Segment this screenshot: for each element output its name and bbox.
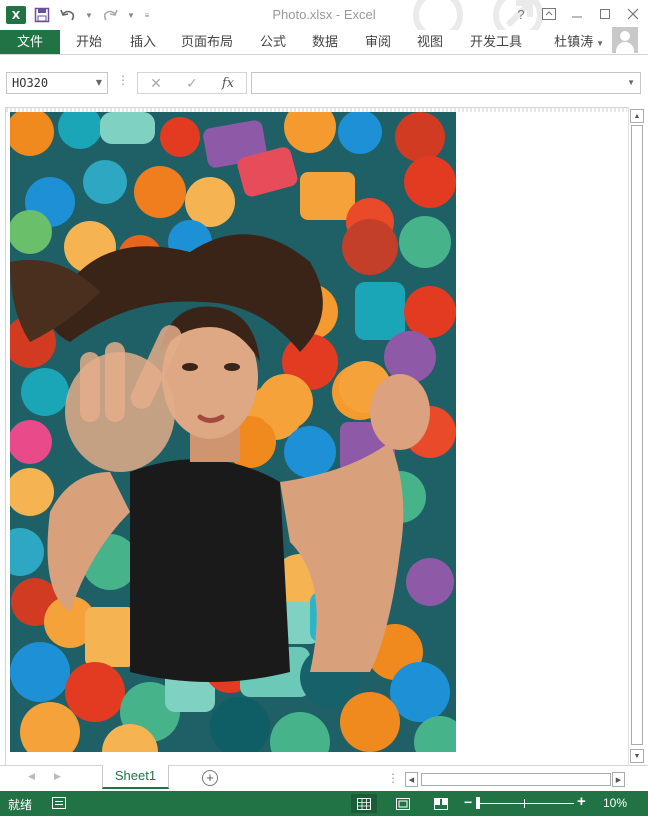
insert-function-icon[interactable]: fx xyxy=(210,76,246,91)
tab-developer[interactable]: 开发工具 xyxy=(465,30,527,54)
tab-insert[interactable]: 插入 xyxy=(124,30,162,54)
formula-input[interactable]: ▼ xyxy=(251,72,641,94)
title-bar: X ▼ ▼ ≡ Photo.xlsx - Excel ? xyxy=(0,0,648,40)
page-layout-view-icon[interactable] xyxy=(390,794,416,813)
avatar[interactable] xyxy=(612,27,638,53)
vertical-scroll-thumb[interactable] xyxy=(631,125,643,745)
normal-view-icon[interactable] xyxy=(351,794,377,813)
scroll-right-icon[interactable]: ▶ xyxy=(612,772,625,787)
ribbon-tab-bar: 文件 开始 插入 页面布局 公式 数据 审阅 视图 开发工具 杜镇涛 ▼ xyxy=(0,30,648,55)
zoom-in-icon[interactable]: + xyxy=(577,793,586,810)
photo-ball-pit-woman xyxy=(10,112,456,752)
name-box-value: HO320 xyxy=(12,76,49,90)
zoom-level[interactable]: 10% xyxy=(603,796,627,810)
zoom-out-icon[interactable]: − xyxy=(464,794,472,810)
sheet-tab-sheet1[interactable]: Sheet1 xyxy=(102,765,169,789)
expand-formula-icon[interactable]: ▼ xyxy=(627,78,635,87)
sheet-tab-bar: ◀ ▶ Sheet1 + ⋮ ◀ ▶ xyxy=(0,765,648,791)
scroll-up-icon[interactable]: ▲ xyxy=(630,109,644,123)
window-controls: ? xyxy=(510,4,644,24)
formula-bar: HO320 ▼ ⋮ ✕ ✓ fx ▼ xyxy=(0,55,648,107)
status-text: 就绪 xyxy=(8,798,33,812)
avatar-head-shape xyxy=(620,31,630,41)
scroll-tabs-left-icon[interactable]: ◀ xyxy=(28,771,35,782)
scroll-down-icon[interactable]: ▼ xyxy=(630,749,644,763)
resize-handle-icon[interactable]: ⋮ xyxy=(117,73,129,87)
tab-split-handle-icon[interactable]: ⋮ xyxy=(387,771,399,785)
formula-buttons: ✕ ✓ fx xyxy=(137,72,247,94)
chevron-down-icon[interactable]: ▼ xyxy=(96,73,102,93)
ribbon-display-icon[interactable] xyxy=(538,4,560,24)
page-break-preview-icon[interactable] xyxy=(428,794,454,813)
user-account[interactable]: 杜镇涛 ▼ xyxy=(554,30,604,54)
add-sheet-icon[interactable]: + xyxy=(202,770,218,786)
tab-page-layout[interactable]: 页面布局 xyxy=(176,30,238,54)
restore-icon[interactable] xyxy=(594,4,616,24)
name-box[interactable]: HO320 ▼ xyxy=(6,72,108,94)
horizontal-scrollbar[interactable]: ◀ ▶ xyxy=(405,772,626,787)
avatar-body-shape xyxy=(616,42,634,53)
scroll-left-icon[interactable]: ◀ xyxy=(405,772,418,787)
zoom-slider-thumb[interactable] xyxy=(476,797,480,809)
tab-data[interactable]: 数据 xyxy=(306,30,344,54)
macro-recording-icon[interactable] xyxy=(52,797,66,809)
tab-review[interactable]: 审阅 xyxy=(359,30,397,54)
minimize-icon[interactable] xyxy=(566,4,588,24)
scroll-tabs-right-icon[interactable]: ▶ xyxy=(54,771,61,782)
tab-formulas[interactable]: 公式 xyxy=(254,30,292,54)
help-icon[interactable]: ? xyxy=(510,4,532,24)
inserted-photo[interactable] xyxy=(10,112,456,752)
cancel-icon[interactable]: ✕ xyxy=(138,75,174,92)
zoom-slider-track[interactable] xyxy=(476,803,574,804)
zoom-slider-center-mark xyxy=(524,799,525,808)
tab-file[interactable]: 文件 xyxy=(0,30,60,54)
user-name: 杜镇涛 xyxy=(554,34,594,49)
tab-home[interactable]: 开始 xyxy=(70,30,108,54)
close-icon[interactable] xyxy=(622,4,644,24)
status-bar: 就绪 − + 10% xyxy=(0,791,648,816)
tab-view[interactable]: 视图 xyxy=(411,30,449,54)
check-icon[interactable]: ✓ xyxy=(174,75,210,92)
vertical-scrollbar[interactable]: ▲ ▼ xyxy=(628,107,644,765)
chevron-down-icon: ▼ xyxy=(596,39,604,48)
horizontal-scroll-thumb[interactable] xyxy=(421,773,611,786)
